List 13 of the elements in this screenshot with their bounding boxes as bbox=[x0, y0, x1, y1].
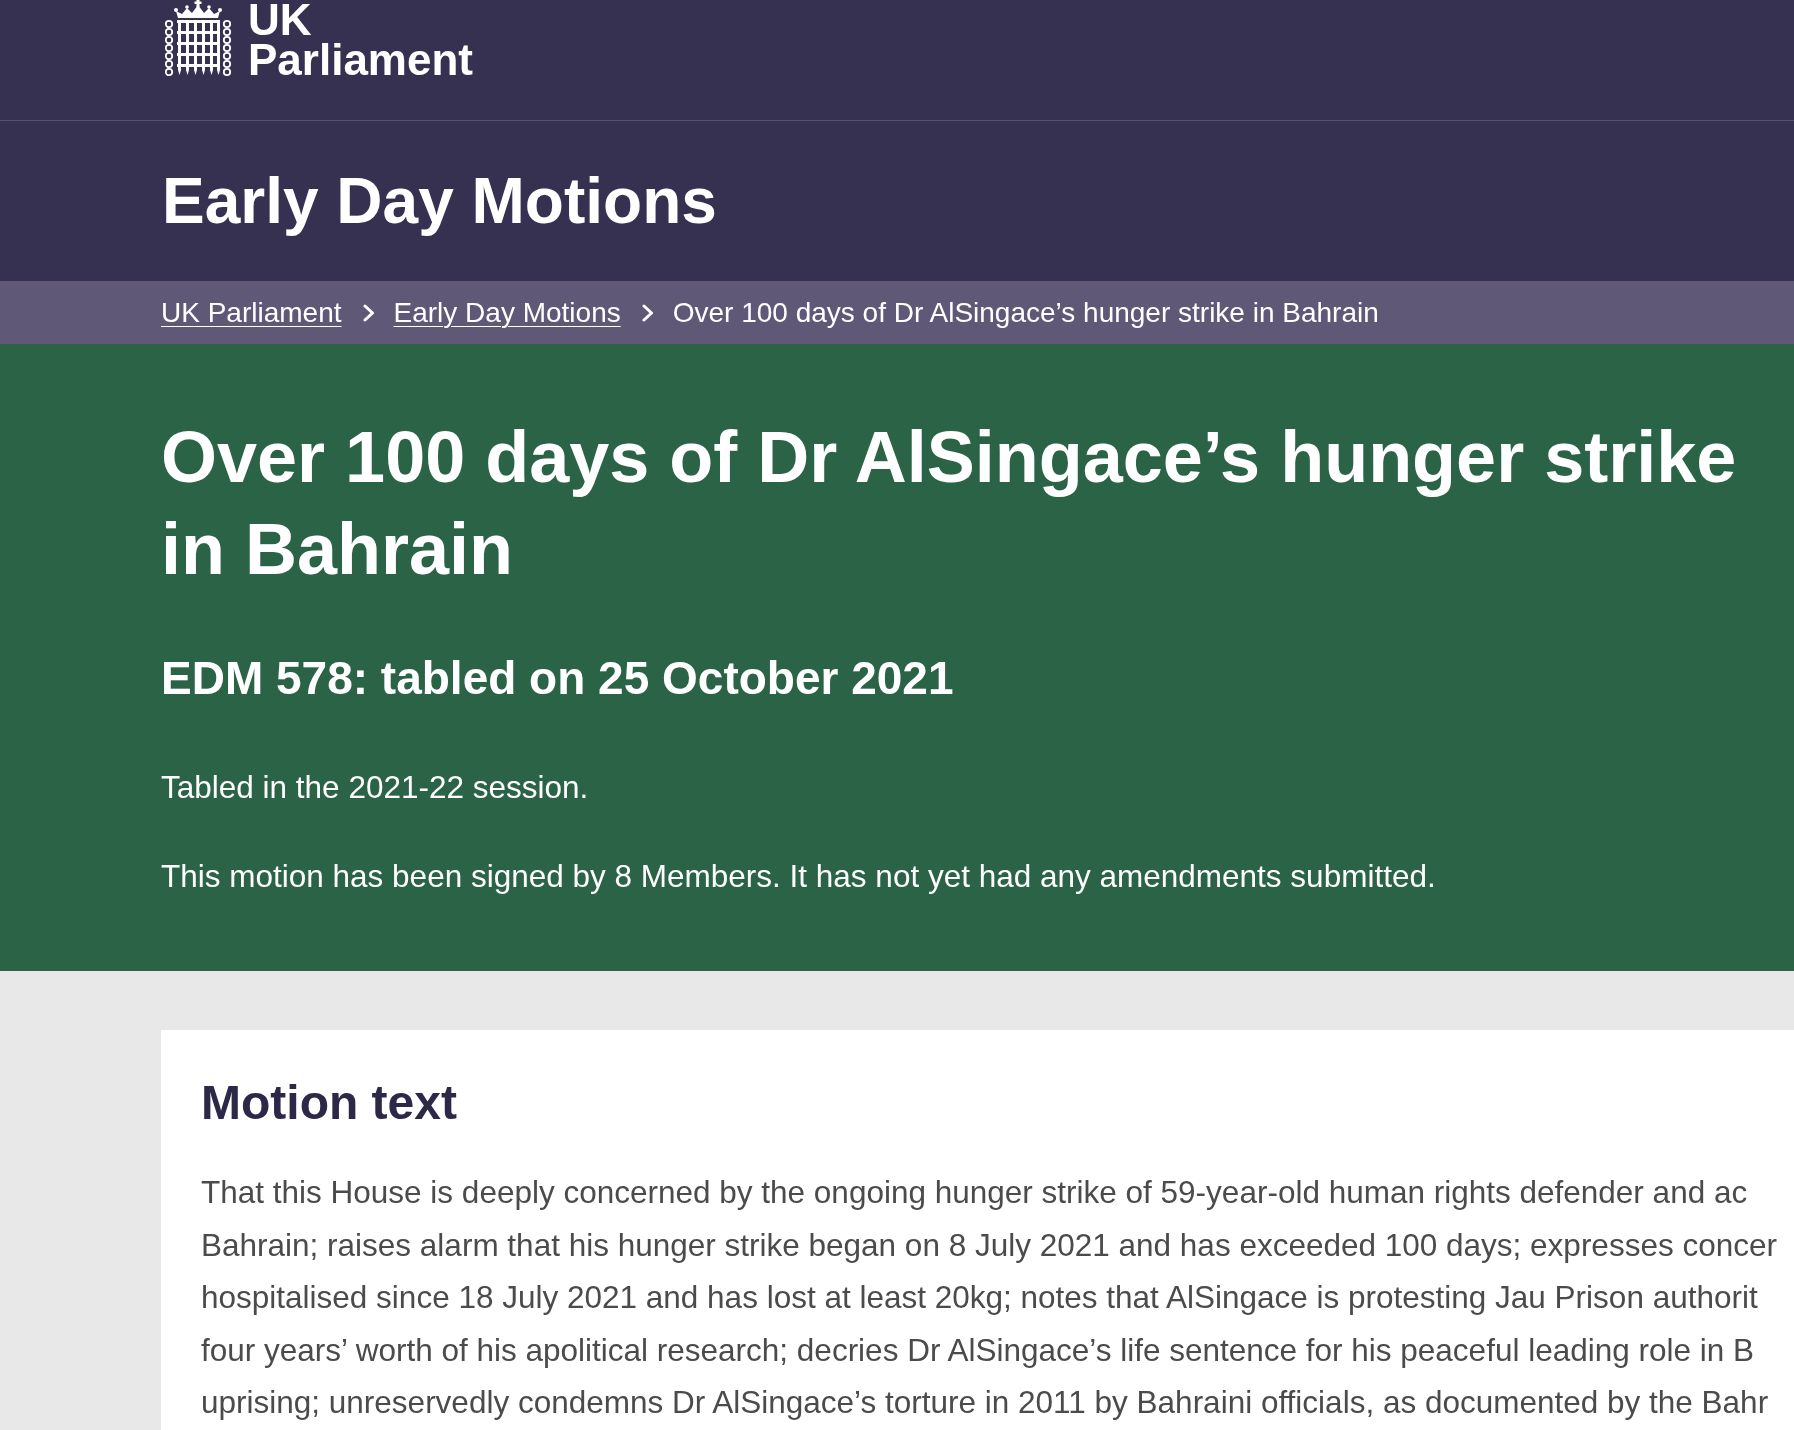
breadcrumb-current-page: Over 100 days of Dr AlSingace’s hunger strike in Bahrain bbox=[672, 295, 1379, 330]
signatures-note: This motion has been signed by 8 Members. It has not yet had any amendments submitted. bbox=[161, 857, 1437, 896]
chevron-right-icon bbox=[641, 303, 654, 322]
chevron-right-icon bbox=[362, 303, 375, 322]
motion-text-heading: Motion text bbox=[201, 1075, 458, 1131]
motion-reference: EDM 578: tabled on 25 October 2021 bbox=[161, 651, 955, 706]
page-title: Over 100 days of Dr AlSingace’s hunger strike in Bahrain bbox=[161, 416, 1738, 591]
portcullis-icon bbox=[164, 0, 232, 78]
session-note: Tabled in the 2021-22 session. bbox=[161, 768, 590, 807]
motion-text-paragraph: That this House is deeply concerned by the ongoing hunger strike of 59-year-old human rights defender and ac Bahrain; raises alarm that his hunger strike began on 8 July 2021 and has exceeded 100 days; expresses concer hospitalised since 18 July 2021 and has lost at least 20kg; notes that AlSingace is protesting Jau Prison authorit four years’ worth of his apolitical research; decries Dr AlSingace’s life sentence for his peaceful leading role in B uprising; unreservedly condemns Dr AlSingace’s torture in 2011 by Bahraini officials, as documented by the Bahr bbox=[201, 1173, 1778, 1422]
breadcrumb-link[interactable]: UK Parliament bbox=[161, 295, 342, 330]
home-logo-link[interactable]: UK Parliament bbox=[164, 0, 473, 80]
breadcrumb-link[interactable]: Early Day Motions bbox=[393, 295, 621, 330]
